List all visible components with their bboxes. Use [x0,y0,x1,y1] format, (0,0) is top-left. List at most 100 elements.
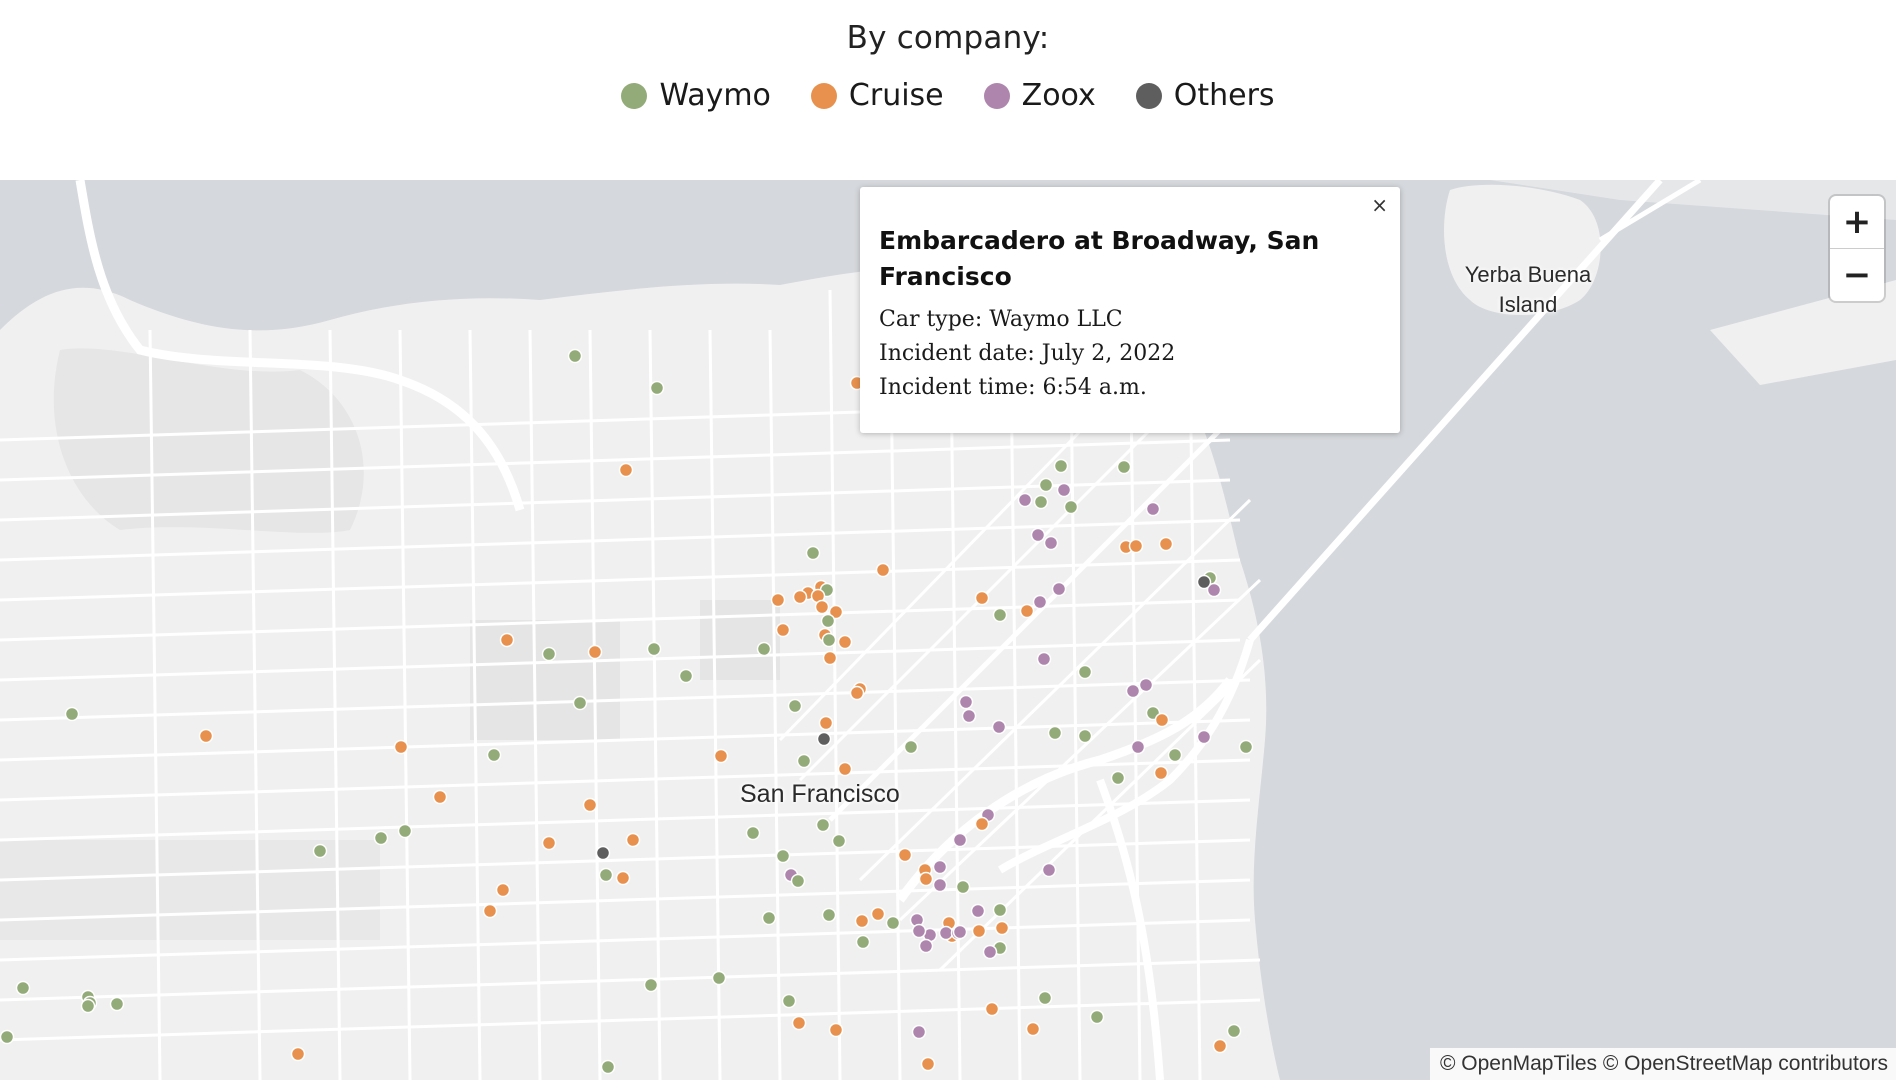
incident-marker-zoox[interactable] [1145,501,1161,517]
incident-marker-zoox[interactable] [970,903,986,919]
incident-marker-waymo[interactable] [312,843,328,859]
incident-marker-others[interactable] [1196,574,1212,590]
incident-marker-zoox[interactable] [911,1024,927,1040]
incident-marker-zoox[interactable] [991,719,1007,735]
incident-marker-cruise[interactable] [971,923,987,939]
incident-marker-cruise[interactable] [1025,1021,1041,1037]
incident-marker-cruise[interactable] [792,589,808,605]
incident-marker-cruise[interactable] [837,761,853,777]
incident-marker-waymo[interactable] [745,825,761,841]
incident-marker-cruise[interactable] [920,1056,936,1072]
incident-marker-zoox[interactable] [1130,739,1146,755]
incident-marker-waymo[interactable] [781,993,797,1009]
incident-marker-waymo[interactable] [820,613,836,629]
incident-marker-waymo[interactable] [992,607,1008,623]
incident-marker-waymo[interactable] [790,873,806,889]
incident-marker-waymo[interactable] [486,747,502,763]
incident-marker-waymo[interactable] [821,907,837,923]
incident-marker-waymo[interactable] [821,632,837,648]
incident-marker-waymo[interactable] [1063,499,1079,515]
incident-marker-cruise[interactable] [198,728,214,744]
incident-marker-waymo[interactable] [80,998,96,1014]
incident-marker-waymo[interactable] [678,668,694,684]
incident-marker-zoox[interactable] [952,832,968,848]
incident-marker-cruise[interactable] [837,634,853,650]
incident-marker-zoox[interactable] [1030,527,1046,543]
incident-marker-waymo[interactable] [397,823,413,839]
incident-marker-cruise[interactable] [994,920,1010,936]
incident-marker-zoox[interactable] [911,923,927,939]
incident-marker-cruise[interactable] [918,871,934,887]
incident-marker-cruise[interactable] [393,739,409,755]
incident-marker-cruise[interactable] [818,715,834,731]
incident-marker-zoox[interactable] [958,694,974,710]
incident-marker-waymo[interactable] [1110,770,1126,786]
incident-marker-waymo[interactable] [1077,664,1093,680]
incident-marker-waymo[interactable] [992,902,1008,918]
incident-marker-cruise[interactable] [615,870,631,886]
incident-marker-zoox[interactable] [938,925,954,941]
incident-marker-waymo[interactable] [598,867,614,883]
incident-marker-cruise[interactable] [625,832,641,848]
incident-marker-cruise[interactable] [1154,712,1170,728]
incident-marker-waymo[interactable] [885,915,901,931]
incident-marker-waymo[interactable] [649,380,665,396]
incident-marker-zoox[interactable] [1196,729,1212,745]
incident-marker-waymo[interactable] [1053,458,1069,474]
zoom-in-button[interactable]: + [1830,196,1884,248]
incident-marker-cruise[interactable] [791,1015,807,1031]
incident-marker-cruise[interactable] [828,1022,844,1038]
incident-map[interactable]: San Francisco Yerba Buena Island × Embar… [0,180,1896,1080]
incident-marker-cruise[interactable] [713,748,729,764]
incident-marker-waymo[interactable] [64,706,80,722]
incident-marker-waymo[interactable] [1033,494,1049,510]
incident-marker-waymo[interactable] [855,934,871,950]
incident-marker-waymo[interactable] [711,970,727,986]
incident-marker-waymo[interactable] [600,1059,616,1075]
incident-marker-waymo[interactable] [1047,725,1063,741]
incident-marker-zoox[interactable] [1125,683,1141,699]
incident-marker-zoox[interactable] [1138,677,1154,693]
incident-marker-waymo[interactable] [1077,728,1093,744]
incident-marker-waymo[interactable] [756,641,772,657]
incident-marker-cruise[interactable] [541,835,557,851]
incident-marker-cruise[interactable] [854,913,870,929]
incident-marker-zoox[interactable] [1032,594,1048,610]
incident-marker-zoox[interactable] [952,924,968,940]
incident-marker-waymo[interactable] [1089,1009,1105,1025]
incident-marker-waymo[interactable] [1238,739,1254,755]
incident-marker-waymo[interactable] [646,641,662,657]
incident-marker-waymo[interactable] [815,817,831,833]
incident-marker-waymo[interactable] [903,739,919,755]
incident-marker-waymo[interactable] [572,695,588,711]
incident-marker-cruise[interactable] [432,789,448,805]
incident-marker-cruise[interactable] [775,622,791,638]
incident-marker-others[interactable] [816,731,832,747]
popup-close-button[interactable]: × [1371,193,1388,217]
incident-marker-waymo[interactable] [787,698,803,714]
incident-marker-waymo[interactable] [1116,459,1132,475]
incident-marker-waymo[interactable] [761,910,777,926]
incident-marker-zoox[interactable] [1036,651,1052,667]
incident-marker-zoox[interactable] [1056,482,1072,498]
incident-marker-waymo[interactable] [373,830,389,846]
incident-marker-zoox[interactable] [1043,535,1059,551]
incident-marker-waymo[interactable] [15,980,31,996]
incident-marker-cruise[interactable] [849,685,865,701]
incident-marker-waymo[interactable] [1167,747,1183,763]
incident-marker-zoox[interactable] [982,944,998,960]
incident-marker-cruise[interactable] [897,847,913,863]
incident-marker-cruise[interactable] [495,882,511,898]
incident-marker-cruise[interactable] [984,1001,1000,1017]
incident-marker-cruise[interactable] [1153,765,1169,781]
incident-marker-cruise[interactable] [814,599,830,615]
zoom-out-button[interactable]: − [1830,248,1884,301]
incident-marker-cruise[interactable] [974,590,990,606]
incident-marker-cruise[interactable] [290,1046,306,1062]
incident-marker-waymo[interactable] [1226,1023,1242,1039]
incident-marker-waymo[interactable] [109,996,125,1012]
incident-marker-cruise[interactable] [618,462,634,478]
incident-marker-zoox[interactable] [961,708,977,724]
incident-marker-cruise[interactable] [1128,538,1144,554]
incident-marker-zoox[interactable] [932,859,948,875]
